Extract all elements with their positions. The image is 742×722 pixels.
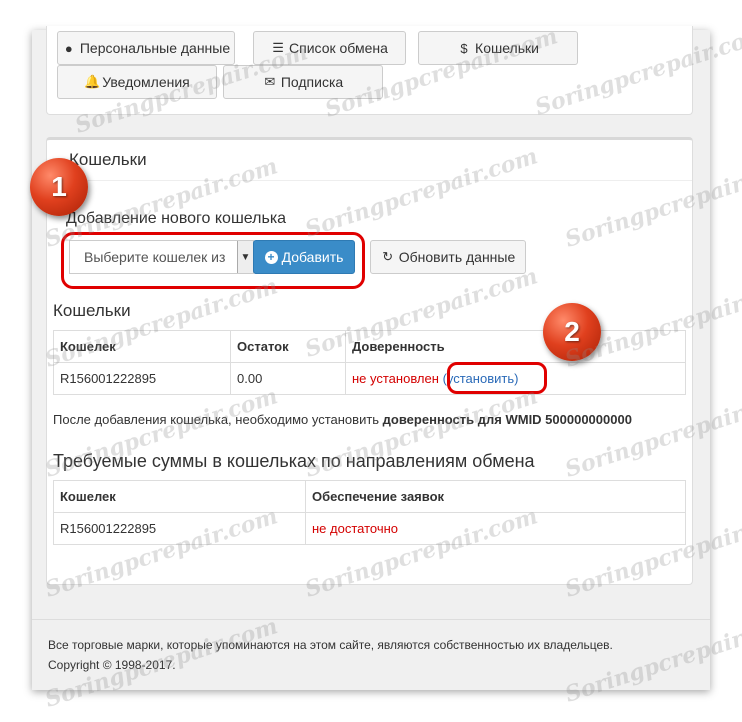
column-header: Обеспечение заявок <box>305 480 686 513</box>
wallet-cell: R156001222895 <box>53 512 306 545</box>
notifications-button[interactable]: 🔔 Уведомления <box>57 65 217 99</box>
highlight-add-wallet <box>61 232 365 289</box>
table-header-row: Кошелек Обеспечение заявок <box>53 480 686 513</box>
column-header: Кошелек <box>53 480 306 513</box>
wallet-cell: R156001222895 <box>53 362 231 395</box>
bell-icon: 🔔 <box>84 74 101 89</box>
dollar-icon: $ <box>460 40 468 56</box>
column-header: Кошелек <box>53 330 231 363</box>
refresh-icon: ↻ <box>382 249 394 264</box>
user-icon: ● <box>64 40 73 56</box>
footer-copyright: Copyright © 1998-2017. <box>48 658 176 672</box>
exchange-list-button[interactable]: ☰ Список обмена <box>253 31 406 65</box>
wallets-nav-button[interactable]: $ Кошельки <box>418 31 578 65</box>
table-row: R156001222895 не достаточно <box>53 512 686 545</box>
step-badge-1: 1 <box>30 158 88 216</box>
footer-trademarks: Все торговые марки, которые упоминаются … <box>48 638 613 652</box>
page-frame: ● Персональные данные ☰ Список обмена $ … <box>32 26 710 690</box>
required-amounts-title: Требуемые суммы в кошельках по направлен… <box>53 451 535 471</box>
column-header: Доверенность <box>345 330 686 363</box>
refresh-data-button[interactable]: ↻ Обновить данные <box>370 240 526 274</box>
table-row: R156001222895 0.00 не установлен (устано… <box>53 362 686 395</box>
subscription-button[interactable]: ✉ Подписка <box>223 65 383 99</box>
wallets-panel: Кошельки Добавление нового кошелька Выбе… <box>46 137 693 585</box>
trust-note: После добавления кошелька, необходимо ус… <box>53 412 632 427</box>
column-header: Остаток <box>230 330 346 363</box>
divider <box>47 180 692 181</box>
envelope-icon: ✉ <box>264 74 276 89</box>
trust-status: не установлен <box>352 371 439 386</box>
personal-data-button[interactable]: ● Персональные данные <box>57 31 235 65</box>
required-amounts-table: Кошелек Обеспечение заявок R156001222895… <box>53 480 686 545</box>
footer-divider <box>32 619 710 620</box>
add-wallet-title: Добавление нового кошелька <box>66 210 287 227</box>
nav-panel: ● Персональные данные ☰ Список обмена $ … <box>46 26 693 115</box>
balance-cell: 0.00 <box>230 362 346 395</box>
list-icon: ☰ <box>272 40 284 55</box>
step-badge-2: 2 <box>543 303 601 361</box>
highlight-set-trust <box>447 362 547 394</box>
wallets-table-title: Кошельки <box>53 301 131 320</box>
coverage-cell: не достаточно <box>305 512 686 545</box>
